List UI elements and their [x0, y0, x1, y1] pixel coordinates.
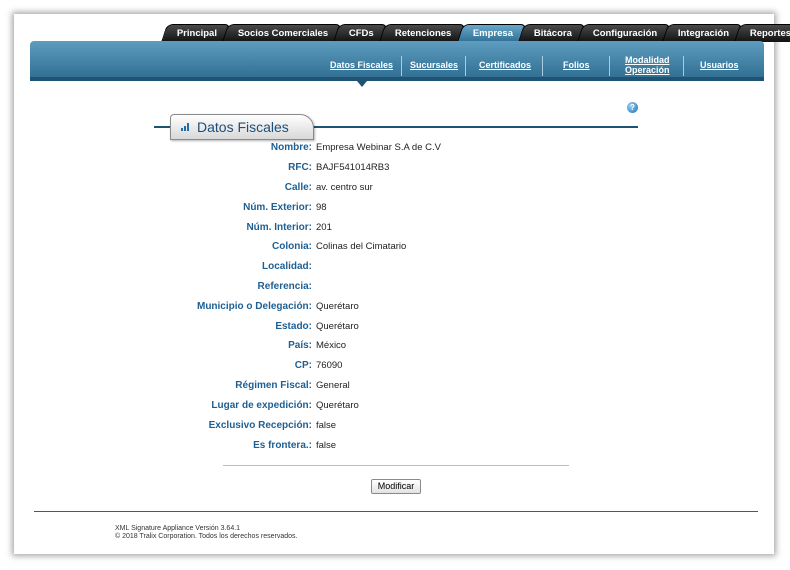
field-row-regimen-fiscal: Régimen Fiscal: General [14, 379, 774, 393]
field-row-nombre: Nombre: Empresa Webinar S.A de C.V [14, 141, 774, 155]
field-label: Estado: [275, 321, 312, 332]
footer-divider [34, 511, 758, 512]
field-value: Empresa Webinar S.A de C.V [316, 142, 441, 153]
field-label: Municipio o Delegación: [196, 301, 312, 312]
field-row-rfc: RFC: BAJF541014RB3 [14, 161, 774, 175]
field-value: Querétaro [316, 400, 359, 411]
field-value: Colinas del Cimatario [316, 241, 407, 252]
field-row-pais: País: México [14, 339, 774, 353]
section-title: Datos Fiscales [197, 119, 289, 135]
field-value: 98 [316, 202, 327, 213]
field-label: Lugar de expedición: [211, 400, 312, 411]
field-label: Calle: [284, 182, 312, 193]
subnav-band-border [30, 77, 764, 81]
modify-button[interactable]: Modificar [371, 479, 421, 494]
field-label: País: [288, 340, 312, 351]
field-value: false [316, 440, 337, 451]
field-row-cp: CP: 76090 [14, 359, 774, 373]
field-row-localidad: Localidad: [14, 260, 774, 274]
field-row-num-exterior: Núm. Exterior: 98 [14, 201, 774, 215]
tab-bitacora[interactable]: Bitácora [517, 24, 586, 42]
field-value: BAJF541014RB3 [316, 162, 390, 173]
subnav-separator [401, 56, 402, 76]
subnav-separator [609, 56, 610, 76]
field-label: Exclusivo Recepción: [208, 420, 312, 431]
tab-integracion[interactable]: Integración [662, 24, 744, 42]
subnav-separator [542, 56, 543, 76]
subnav-sucursales[interactable]: Sucursales [410, 60, 458, 70]
active-subnav-pointer [357, 81, 367, 87]
tab-retenciones[interactable]: Retenciones [379, 24, 466, 42]
subnav-usuarios[interactable]: Usuarios [700, 60, 739, 70]
field-label: Colonia: [272, 241, 312, 252]
field-row-calle: Calle: av. centro sur [14, 181, 774, 195]
field-label: Régimen Fiscal: [235, 380, 312, 391]
field-value: General [316, 380, 350, 391]
app-window: Principal Socios Comerciales CFDs Retenc… [14, 14, 790, 554]
field-label: Nombre: [270, 142, 312, 153]
field-row-exclusivo-recepcion: Exclusivo Recepción: false [14, 419, 774, 433]
subnav-modalidad-line1: Modalidad [625, 55, 670, 65]
field-value: false [316, 420, 337, 431]
tab-socios-comerciales[interactable]: Socios Comerciales [222, 24, 343, 42]
subnav-modalidad-operacion[interactable]: Modalidad Operación [625, 55, 670, 75]
form-divider [223, 465, 569, 466]
field-label: Localidad: [261, 261, 312, 272]
tab-reportes[interactable]: Reportes [734, 24, 790, 42]
field-row-referencia: Referencia: [14, 280, 774, 294]
field-row-estado: Estado: Querétaro [14, 320, 774, 334]
field-row-municipio: Municipio o Delegación: Querétaro [14, 300, 774, 314]
tab-principal[interactable]: Principal [161, 24, 232, 42]
subnav-datos-fiscales[interactable]: Datos Fiscales [330, 60, 393, 70]
subnav-modalidad-line2: Operación [625, 65, 670, 75]
tab-configuracion[interactable]: Configuración [576, 24, 672, 42]
field-value: Querétaro [316, 321, 359, 332]
footer-copyright: © 2018 Tralix Corporation. Todos los der… [115, 533, 298, 540]
section-header: Datos Fiscales [170, 114, 314, 140]
field-value: 201 [316, 222, 332, 233]
tab-empresa[interactable]: Empresa [456, 24, 527, 42]
field-label: Núm. Interior: [246, 222, 312, 233]
bar-chart-icon [181, 123, 191, 131]
field-row-num-interior: Núm. Interior: 201 [14, 221, 774, 235]
subnav-separator [465, 56, 466, 76]
field-row-es-frontera: Es frontera.: false [14, 439, 774, 453]
field-label: Referencia: [257, 281, 312, 292]
field-value: Querétaro [316, 301, 359, 312]
subnav-certificados[interactable]: Certificados [479, 60, 531, 70]
field-row-colonia: Colonia: Colinas del Cimatario [14, 240, 774, 254]
field-label: Es frontera.: [253, 440, 312, 451]
subnav-separator [683, 56, 684, 76]
field-row-lugar-expedicion: Lugar de expedición: Querétaro [14, 399, 774, 413]
subnav-folios[interactable]: Folios [563, 60, 590, 70]
main-tabs: Principal Socios Comerciales CFDs Retenc… [161, 24, 790, 42]
field-value: México [316, 340, 347, 351]
field-value: av. centro sur [316, 182, 373, 193]
field-label: Núm. Exterior: [243, 202, 312, 213]
field-label: RFC: [288, 162, 312, 173]
field-value: 76090 [316, 360, 343, 371]
help-icon[interactable]: ? [627, 102, 638, 113]
field-label: CP: [294, 360, 312, 371]
